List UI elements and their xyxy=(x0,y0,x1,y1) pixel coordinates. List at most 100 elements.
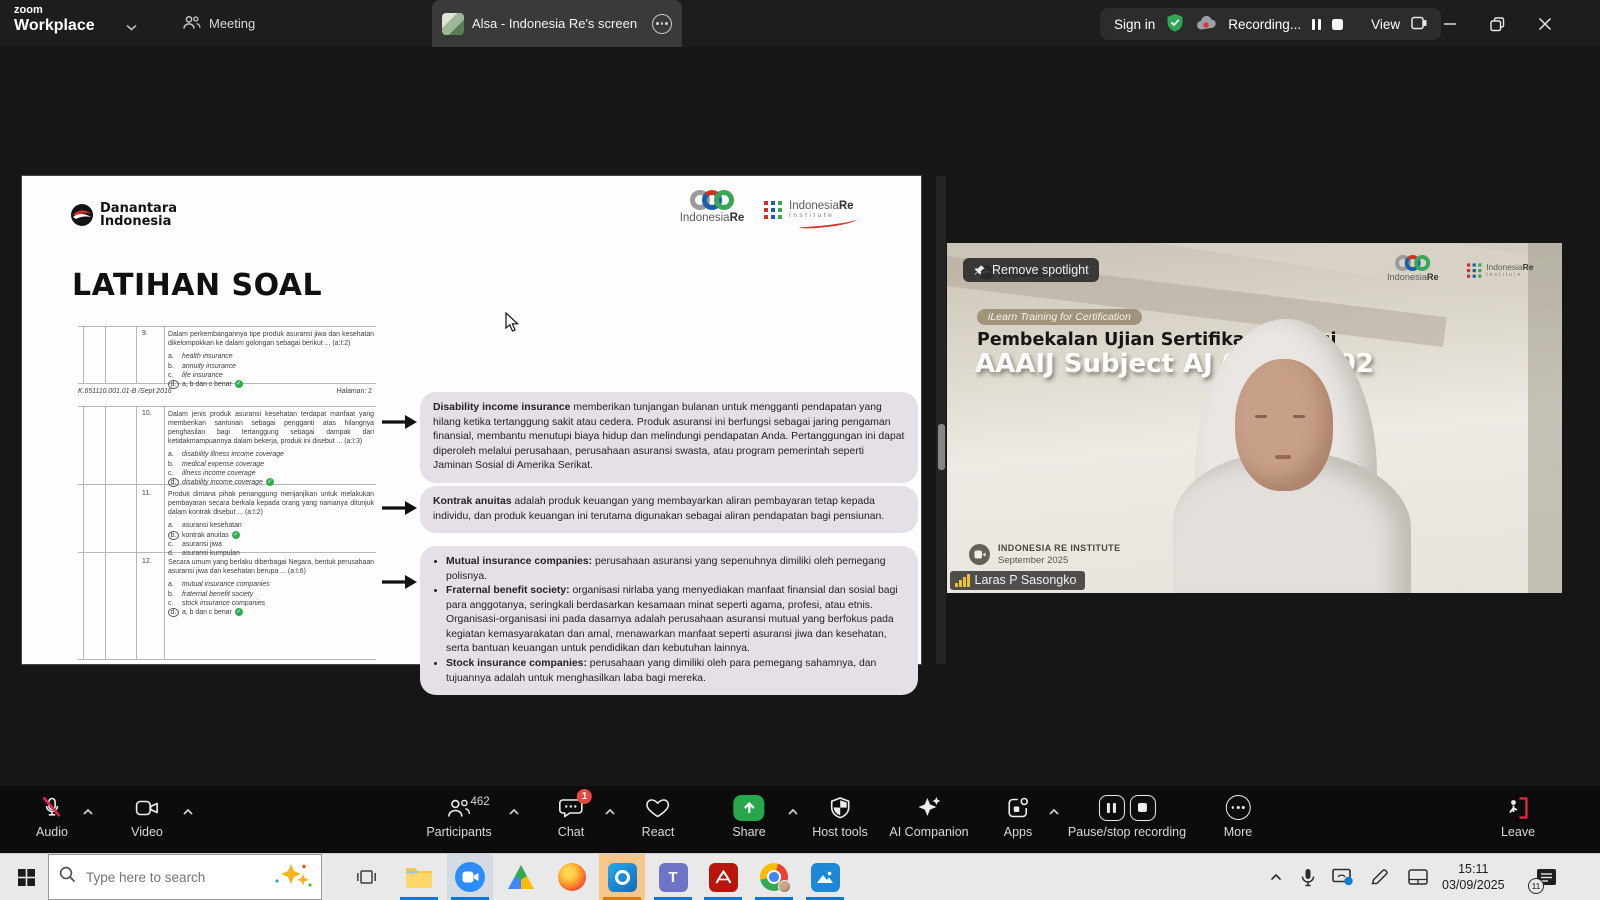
security-shield-icon xyxy=(1166,13,1184,36)
taskbar-search[interactable] xyxy=(48,854,322,900)
titlebar: zoom Workplace Meeting Alsa - Indonesia … xyxy=(0,0,1600,47)
react-label: React xyxy=(642,825,675,839)
option-row-correct: d.a, b dan c benar✓ xyxy=(168,608,374,617)
remove-spotlight-label: Remove spotlight xyxy=(992,263,1089,277)
bullet-item: Fraternal benefit society: organisasi ni… xyxy=(446,584,905,657)
question-number: 9. xyxy=(142,330,160,337)
indonesiare-institute-logo: IndonesiaRe Institute xyxy=(764,198,857,227)
taskbar-acrobat[interactable] xyxy=(700,854,746,900)
share-scroll-handle[interactable] xyxy=(938,424,945,470)
question-text: Dalam jenis produk asuransi kesehatan te… xyxy=(168,410,374,446)
participants-icon: 462 xyxy=(447,794,472,821)
stop-recording-button[interactable] xyxy=(1332,19,1343,30)
option-row: c.asuransi jiwa xyxy=(168,540,374,549)
workspace-chevron-down-icon[interactable] xyxy=(126,18,137,36)
apps-button[interactable]: Apps xyxy=(1004,794,1033,839)
participants-button[interactable]: 462 Participants xyxy=(426,794,491,839)
taskbar-file-explorer[interactable] xyxy=(396,854,442,900)
notification-center-button[interactable]: 11 xyxy=(1524,854,1568,900)
institute-watermark-name: INDONESIA RE INSTITUTE xyxy=(998,543,1120,553)
scan-page-footer: K.651110.001.01-B /Sept 2016 Halaman: 2 xyxy=(78,388,372,395)
maximize-button[interactable] xyxy=(1480,12,1514,36)
minimize-button[interactable] xyxy=(1433,12,1467,36)
taskbar-zoom[interactable] xyxy=(447,854,493,900)
option-row: c.stock insurance companies xyxy=(168,599,374,608)
participants-options-chevron[interactable] xyxy=(508,803,520,821)
institute-re-text: Re xyxy=(839,200,854,212)
chat-options-chevron[interactable] xyxy=(604,803,616,821)
scan-page-1: 9. Dalam perkembangannya tipe produk asu… xyxy=(78,326,376,384)
question-12: 12. Secara umum yang berlaku diberbagai … xyxy=(142,558,374,617)
taskbar-chrome[interactable] xyxy=(751,854,797,900)
shared-slide: Danantara Indonesia IndonesiaRe xyxy=(22,176,921,664)
meeting-controls-pill: Sign in Recording... View xyxy=(1100,8,1441,40)
share-options-chevron[interactable] xyxy=(787,803,799,821)
taskbar-outlook[interactable] xyxy=(599,854,645,900)
search-input[interactable] xyxy=(86,870,263,885)
indonesiare-logo: IndonesiaRe xyxy=(670,190,754,224)
screen-share-thumbnail xyxy=(442,13,464,35)
chat-button[interactable]: 1 Chat xyxy=(558,794,584,839)
spotlight-video-tile: Indonesia Remove spotlight IndonesiaRe I… xyxy=(947,243,1562,593)
tray-screen-share-icon[interactable] xyxy=(1326,854,1360,900)
tray-microphone-icon[interactable] xyxy=(1292,854,1324,900)
logo-zoom-text: zoom xyxy=(14,5,95,16)
option-row: b.fraternal benefit society xyxy=(168,590,374,599)
connection-signal-icon xyxy=(955,574,970,587)
taskbar-firefox[interactable] xyxy=(549,854,595,900)
tab-shared-screen[interactable]: Alsa - Indonesia Re's screen xyxy=(432,0,682,47)
ai-companion-button[interactable]: AI Companion xyxy=(889,794,968,839)
view-layout-icon[interactable] xyxy=(1411,16,1427,33)
share-button[interactable]: Share xyxy=(732,794,765,839)
video-button[interactable]: Video xyxy=(131,794,163,839)
zoom-workplace-logo: zoom Workplace xyxy=(14,5,95,34)
leave-label: Leave xyxy=(1501,825,1535,839)
leave-button[interactable]: Leave xyxy=(1501,794,1535,839)
indonesiare-text: Indonesia xyxy=(680,212,730,224)
tray-show-hidden-icons[interactable] xyxy=(1258,854,1294,900)
pause-recording-toolbar-button[interactable] xyxy=(1098,795,1124,821)
taskbar-google-drive[interactable] xyxy=(498,854,544,900)
correct-check-icon: ✓ xyxy=(235,608,243,616)
wall-shadow xyxy=(1528,243,1562,593)
participants-label: Participants xyxy=(426,825,491,839)
react-button[interactable]: React xyxy=(642,794,675,839)
taskbar-clock[interactable]: 15:11 03/09/2025 xyxy=(1442,854,1505,900)
question-number: 11. xyxy=(142,490,160,497)
notification-count-badge: 11 xyxy=(1528,878,1544,894)
question-text: Dalam perkembangannya tipe produk asuran… xyxy=(168,330,374,348)
audio-button[interactable]: Audio xyxy=(36,794,68,839)
microphone-muted-icon xyxy=(39,794,65,821)
taskbar-teams[interactable]: T xyxy=(650,854,696,900)
start-button[interactable] xyxy=(6,854,46,900)
question-text: Secara umum yang berlaku diberbagai Nega… xyxy=(168,558,374,576)
chat-unread-badge: 1 xyxy=(577,789,592,804)
meeting-stage: Danantara Indonesia IndonesiaRe xyxy=(0,47,1600,786)
view-button-label[interactable]: View xyxy=(1371,17,1400,32)
tray-touchpad-icon[interactable] xyxy=(1400,854,1436,900)
host-tools-button[interactable]: Host tools xyxy=(812,794,868,839)
more-button[interactable]: More xyxy=(1224,794,1252,839)
video-options-chevron[interactable] xyxy=(182,803,194,821)
audio-options-chevron[interactable] xyxy=(82,803,94,821)
speaker-face xyxy=(1235,359,1333,491)
apps-options-chevron[interactable] xyxy=(1048,803,1060,821)
taskbar-photos[interactable] xyxy=(802,854,848,900)
sign-in-button[interactable]: Sign in xyxy=(1114,17,1155,32)
tray-pen-icon[interactable] xyxy=(1362,854,1396,900)
pause-recording-button[interactable] xyxy=(1312,19,1321,30)
tab-meeting[interactable]: Meeting xyxy=(172,0,265,47)
danantara-logo: Danantara Indonesia xyxy=(70,202,177,228)
answer-term: Kontrak anuitas xyxy=(433,496,512,507)
search-highlights-icon xyxy=(273,862,313,893)
clock-date: 03/09/2025 xyxy=(1442,877,1505,893)
stop-recording-toolbar-button[interactable] xyxy=(1129,795,1155,821)
remove-spotlight-button[interactable]: Remove spotlight xyxy=(963,258,1099,282)
ilearn-badge: iLearn Training for Certification xyxy=(977,309,1142,325)
close-button[interactable] xyxy=(1528,12,1562,36)
recording-label: Pause/stop recording xyxy=(1068,825,1186,839)
bullet-item: Mutual insurance companies: perusahaan a… xyxy=(446,555,905,584)
task-view-button[interactable] xyxy=(346,854,386,900)
option-row: a.mutual insurance companies xyxy=(168,580,374,589)
tab-options-ellipsis-icon[interactable] xyxy=(652,14,672,34)
